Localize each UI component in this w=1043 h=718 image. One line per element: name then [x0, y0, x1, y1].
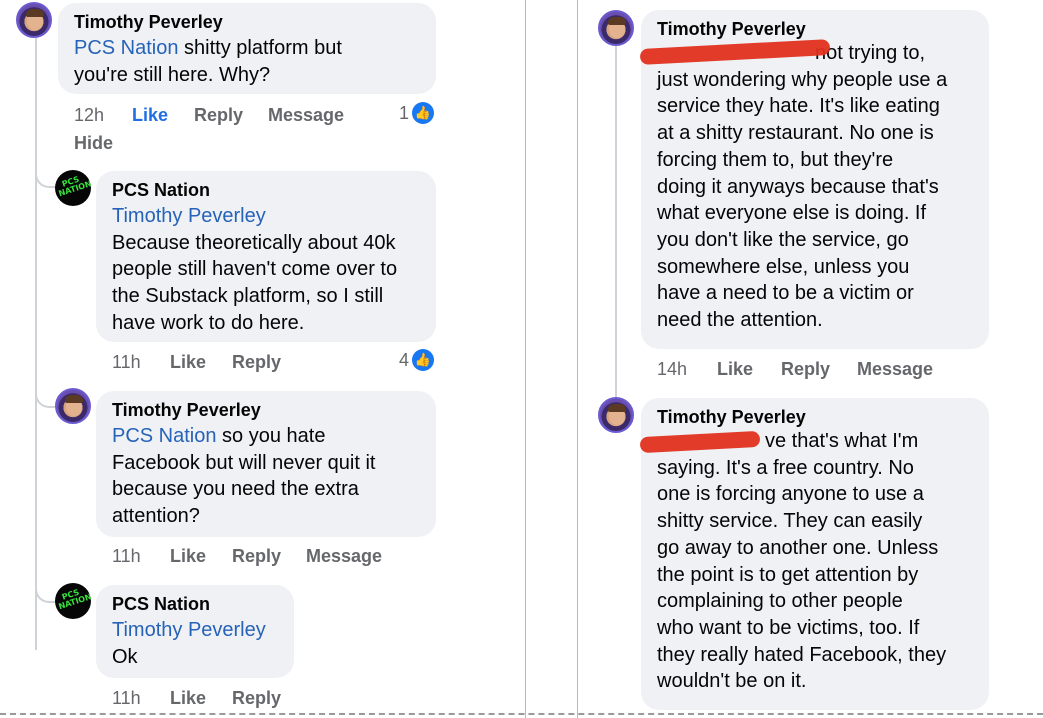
timestamp[interactable]: 14h	[657, 359, 687, 380]
comment-text: not trying to, just wondering why people…	[657, 42, 948, 332]
comment-text: PCS Nation so you hate Facebook but will…	[112, 425, 376, 528]
comment-actions: 11h Like Reply	[112, 688, 312, 710]
timestamp[interactable]: 11h	[112, 688, 141, 709]
comment-text: ve that's what I'm saying. It's a free c…	[657, 430, 947, 693]
thumbs-up-icon: 👍	[412, 102, 435, 124]
reply-button[interactable]: Reply	[194, 105, 243, 126]
panel-divider-left	[525, 0, 526, 718]
comment-bubble: Timothy Peverley PCS Nation shitty platf…	[58, 3, 436, 94]
comment-bubble: PCS Nation Timothy Peverley Because theo…	[96, 171, 436, 342]
comment-author[interactable]: Timothy Peverley	[112, 399, 420, 421]
comment-author[interactable]: Timothy Peverley	[74, 11, 420, 33]
comment-bubble: Timothy Peverley PCS Nation so you hate …	[96, 391, 436, 537]
message-button[interactable]: Message	[857, 359, 933, 380]
hide-link-row: Hide	[74, 133, 134, 155]
reaction-summary[interactable]: 4 👍	[399, 349, 435, 371]
avatar-timothy-peverley[interactable]	[598, 397, 634, 433]
reply-button[interactable]: Reply	[232, 546, 281, 567]
thumbs-up-icon: 👍	[412, 349, 435, 371]
comment-text: Timothy Peverley Because theoretically a…	[112, 205, 398, 334]
comment-bubble: PCS Nation Timothy Peverley Ok	[96, 585, 294, 678]
avatar-pcs-nation[interactable]: PCS NATION	[55, 583, 91, 619]
mention-link[interactable]: Timothy Peverley	[112, 619, 266, 641]
comment-text: PCS Nation shitty platform but you're st…	[74, 37, 342, 86]
comment-text: Timothy Peverley Ok	[112, 619, 266, 668]
message-button[interactable]: Message	[268, 105, 344, 126]
thread-line	[615, 40, 617, 400]
mention-link[interactable]: PCS Nation	[112, 425, 217, 447]
avatar-pcs-nation[interactable]: PCS NATION	[55, 170, 91, 206]
comment-actions: 14h Like Reply Message	[657, 359, 947, 381]
comment-author[interactable]: PCS Nation	[112, 179, 420, 201]
message-button[interactable]: Message	[306, 546, 382, 567]
reaction-count: 4	[399, 349, 410, 370]
comment-author[interactable]: PCS Nation	[112, 593, 278, 615]
like-button[interactable]: Like	[170, 546, 206, 567]
comment-author[interactable]: Timothy Peverley	[657, 18, 973, 40]
timestamp[interactable]: 12h	[74, 105, 104, 126]
reaction-count: 1	[399, 102, 410, 123]
panel-divider-right	[577, 0, 578, 718]
avatar-timothy-peverley[interactable]	[16, 2, 52, 38]
like-button[interactable]: Like	[717, 359, 753, 380]
comment-actions: 11h Like Reply	[112, 352, 312, 374]
reply-button[interactable]: Reply	[232, 688, 281, 709]
like-button[interactable]: Like	[170, 352, 206, 373]
avatar-timothy-peverley[interactable]	[55, 388, 91, 424]
thread-line	[35, 38, 37, 650]
mention-link[interactable]: PCS Nation	[74, 37, 179, 59]
comment-actions: 12h Like Reply Message	[74, 105, 364, 127]
comment-actions: 11h Like Reply Message	[112, 546, 402, 568]
avatar-timothy-peverley[interactable]	[598, 10, 634, 46]
like-button[interactable]: Like	[132, 105, 168, 126]
timestamp[interactable]: 11h	[112, 352, 141, 373]
mention-link[interactable]: Timothy Peverley	[112, 205, 266, 227]
hide-button[interactable]: Hide	[74, 133, 113, 154]
reply-button[interactable]: Reply	[232, 352, 281, 373]
timestamp[interactable]: 11h	[112, 546, 141, 567]
bottom-dashed-border	[0, 713, 1043, 715]
reply-button[interactable]: Reply	[781, 359, 830, 380]
reaction-summary[interactable]: 1 👍	[399, 102, 435, 124]
comment-author[interactable]: Timothy Peverley	[657, 406, 973, 428]
like-button[interactable]: Like	[170, 688, 206, 709]
